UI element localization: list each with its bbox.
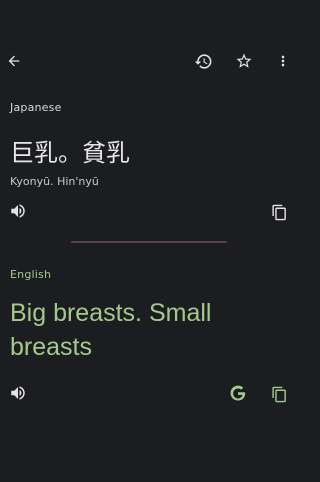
copy-icon bbox=[271, 204, 288, 221]
source-text: 巨乳。貧乳 bbox=[10, 139, 130, 167]
top-app-bar bbox=[0, 44, 300, 78]
translation-screen: Japanese 巨乳。貧乳 Kyonyū. Hin'nyū English B… bbox=[0, 0, 300, 482]
source-listen-button[interactable] bbox=[4, 197, 32, 225]
section-divider bbox=[71, 241, 227, 243]
speaker-icon bbox=[9, 202, 27, 220]
back-arrow-icon bbox=[6, 53, 22, 69]
favorite-button[interactable] bbox=[230, 47, 258, 75]
source-language-label: Japanese bbox=[10, 101, 62, 114]
back-button[interactable] bbox=[0, 47, 28, 75]
speaker-icon bbox=[9, 384, 27, 402]
source-transliteration: Kyonyū. Hin'nyū bbox=[10, 175, 99, 188]
history-button[interactable] bbox=[189, 47, 217, 75]
copy-icon bbox=[271, 386, 288, 403]
more-options-button[interactable] bbox=[269, 47, 297, 75]
translated-text: Big breasts. Small breasts bbox=[10, 299, 212, 361]
target-listen-button[interactable] bbox=[4, 379, 32, 407]
google-search-button[interactable] bbox=[224, 379, 252, 407]
history-icon bbox=[194, 52, 213, 71]
more-vert-icon bbox=[275, 53, 291, 69]
google-g-icon bbox=[228, 383, 248, 403]
target-copy-button[interactable] bbox=[265, 380, 293, 408]
source-copy-button[interactable] bbox=[265, 198, 293, 226]
star-outline-icon bbox=[235, 52, 253, 70]
target-language-label: English bbox=[10, 268, 52, 281]
